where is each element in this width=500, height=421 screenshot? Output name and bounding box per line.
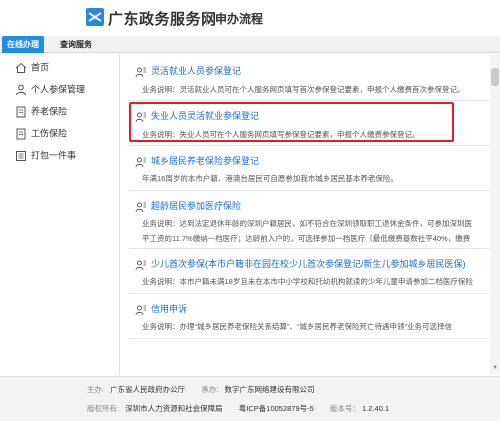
- host-label: 主办:: [87, 385, 105, 394]
- service-description: 业务说明：失业人员可在个人服务网页填写参保登记要素，申报个人缴费参保登记。: [142, 130, 420, 139]
- copyright-label: 版权所有:: [87, 404, 120, 413]
- site-title: 广东政务服务网: [108, 11, 217, 28]
- divider: [129, 338, 500, 339]
- tab-online-processing[interactable]: 在线办理: [2, 36, 44, 53]
- service-description: 业务说明：办理“城乡居民养老保险关系结算”、“城乡居民养老保险死亡待遇申领”业务…: [142, 322, 452, 331]
- divider: [129, 293, 500, 294]
- scroll-down-arrow-icon[interactable]: ▼: [491, 364, 499, 372]
- divider: [129, 190, 500, 191]
- sidebar-item-bundle[interactable]: 打包一件事: [14, 146, 76, 164]
- copyright-value: 深圳市人力资源和社会保障局: [125, 404, 223, 413]
- service-description: 业务说明：本市户籍未满18岁且未在本市中小学校和托幼机构就读的少年儿童申请参加二…: [142, 277, 473, 286]
- service-title-link[interactable]: 城乡居民养老保险参保登记: [151, 154, 259, 167]
- home-icon: [15, 62, 27, 73]
- sidebar-item-label: 养老保险: [31, 106, 68, 117]
- service-title-link[interactable]: 灵活就业人员参保登记: [151, 64, 241, 77]
- list-icon: [16, 150, 26, 161]
- service-description: 业务说明：达到法定退休年龄的深圳户籍居民，如不符合在深圳领取职工退休金条件，可参…: [142, 219, 472, 228]
- divider: [129, 100, 500, 101]
- sidebar-item-label: 首页: [31, 62, 50, 73]
- page-subtitle: 申办流程: [215, 12, 264, 26]
- divider: [129, 145, 500, 146]
- service-title-link[interactable]: 超龄居民参加医疗保险: [151, 199, 241, 212]
- service-item: 灵活就业人员参保登记 业务说明：灵活就业人员可在个人服务网页填写首次参保登记要素…: [129, 61, 500, 99]
- sidebar-item-personal-insurance[interactable]: 个人参保管理: [14, 80, 85, 98]
- service-description: 业务说明：灵活就业人员可在个人服务网页填写首次参保登记要素，申报个人缴费首次参保…: [142, 85, 465, 94]
- service-item: 超龄居民参加医疗保险 业务说明：达到法定退休年龄的深圳户籍居民，如不符合在深圳领…: [129, 196, 500, 248]
- sidebar-item-work-injury[interactable]: 工伤保险: [14, 124, 67, 142]
- icp-number[interactable]: 粤ICP备10052879号-5: [239, 404, 314, 413]
- service-title-link[interactable]: 少儿首次参保(本市户籍非在园在校少儿首次参保登记/新生儿参加城乡居民医保): [151, 257, 466, 270]
- sidebar-item-label: 打包一件事: [31, 150, 77, 161]
- user-doc-icon: [135, 260, 146, 271]
- user-doc-icon: [135, 202, 146, 213]
- document-icon: [16, 128, 26, 140]
- service-item: 少儿首次参保(本市户籍非在园在校少儿首次参保登记/新生儿参加城乡居民医保) 业务…: [129, 254, 500, 292]
- service-item: 城乡居民养老保险参保登记 年满16周岁的本市户籍、港澳台居民可自愿参加我市城乡居…: [129, 151, 500, 189]
- user-doc-icon: [135, 157, 146, 168]
- scrollbar-thumb[interactable]: [491, 68, 499, 86]
- user-doc-icon: [135, 112, 146, 123]
- user-doc-icon: [135, 305, 146, 316]
- service-description: 年满16周岁的本市户籍、港澳台居民可自愿参加我市城乡居民基本养老保险。: [142, 174, 398, 183]
- sidebar-item-home[interactable]: 首页: [14, 58, 49, 76]
- service-item: 信用申诉 业务说明：办理“城乡居民养老保险关系结算”、“城乡居民养老保险死亡待遇…: [129, 299, 500, 337]
- footer: 主办: 广东省人民政府办公厅 承办: 数字广东网络建设有限公司 版权所有: 深圳…: [0, 376, 500, 421]
- document-icon: [16, 106, 26, 118]
- divider: [129, 248, 500, 249]
- undertaker-label: 承办:: [201, 385, 219, 394]
- gd-gov-logo-icon: [86, 8, 104, 26]
- person-icon: [16, 84, 26, 95]
- tab-query-service[interactable]: 查询服务: [60, 36, 92, 53]
- service-item: 失业人员灵活就业参保登记 业务说明：失业人员可在个人服务网页填写参保登记要素，申…: [129, 106, 500, 144]
- scrollbar-track[interactable]: [490, 54, 500, 375]
- service-title-link[interactable]: 信用申诉: [151, 302, 187, 315]
- version-value: 1.2.40.1: [362, 404, 390, 413]
- sidebar-item-label: 工伤保险: [31, 128, 68, 139]
- header: 广东政务服务网 申办流程: [0, 0, 500, 36]
- footer-row-2: 版权所有: 深圳市人力资源和社会保障局 粤ICP备10052879号-5 版本号…: [87, 403, 389, 414]
- footer-row-1: 主办: 广东省人民政府办公厅 承办: 数字广东网络建设有限公司: [87, 384, 314, 395]
- user-doc-icon: [135, 67, 146, 78]
- title-divider: [206, 11, 207, 25]
- sidebar-item-label: 个人参保管理: [31, 84, 86, 95]
- service-description-line2: 平工资的11.7%缴纳一档医疗；达龄前入户的，可选择参加一档医疗（最低缴费基数社…: [142, 234, 471, 243]
- sidebar-item-pension[interactable]: 养老保险: [14, 102, 67, 120]
- host-value: 广东省人民政府办公厅: [110, 385, 186, 394]
- undertaker-value: 数字广东网络建设有限公司: [224, 385, 315, 394]
- version-label: 版本号：: [329, 404, 360, 413]
- sidebar: 首页 个人参保管理 养老保险 工伤保险 打包一件事: [0, 54, 120, 375]
- service-title-link[interactable]: 失业人员灵活就业参保登记: [151, 109, 259, 122]
- service-list: 灵活就业人员参保登记 业务说明：灵活就业人员可在个人服务网页填写首次参保登记要素…: [121, 54, 500, 375]
- tab-bar: 在线办理 查询服务: [0, 36, 500, 53]
